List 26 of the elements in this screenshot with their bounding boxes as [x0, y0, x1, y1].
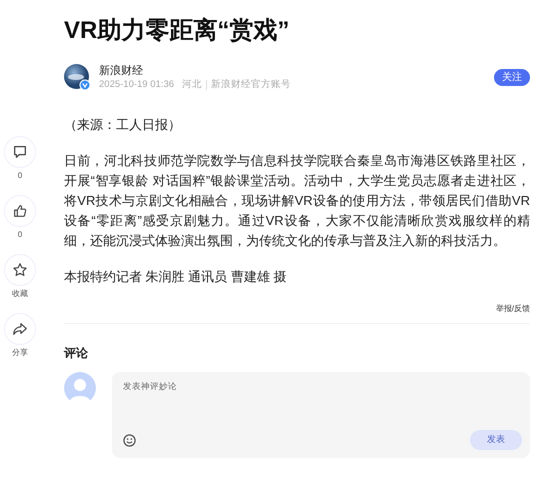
account-label: 新浪财经官方账号 — [211, 78, 292, 91]
star-icon — [12, 262, 28, 278]
like-button[interactable] — [4, 195, 36, 227]
report-link[interactable]: 举报/反馈 — [496, 304, 530, 313]
comment-icon — [12, 144, 28, 160]
comment-button[interactable] — [4, 136, 36, 168]
location: 河北 — [182, 78, 202, 91]
star-button[interactable] — [4, 254, 36, 286]
thumbs-up-icon — [12, 203, 28, 219]
paragraph: 日前，河北科技师范学院数学与信息科技学院联合秦皇岛市海港区铁路里社区，开展“智享银龄 对话国粹”银龄课堂活动。活动中，大学生党员志愿者走进社区，将VR技术与京剧文化相融合，现场讲解VR设备的使用方法，带领居民们借助VR设备“零距离”感受京剧魅力。通过VR设备，大家不仅能清晰欣赏戏服纹样的精细，还能沉浸式体验演出氛围，为传统文化的传承与普及注入新的科技活力。 — [64, 152, 530, 250]
action-count: 0 — [18, 230, 22, 240]
action-count: 收藏 — [12, 289, 28, 299]
publish-time: 2025-10-19 01:36 — [99, 78, 174, 91]
follow-button[interactable]: 关注 — [494, 69, 530, 86]
article-title: VR助力零距离“赏戏” — [64, 16, 290, 46]
paragraph: （来源：工人日报） — [64, 116, 182, 134]
user-avatar — [64, 372, 96, 404]
paragraph: 本报特约记者 朱润胜 通讯员 曹建雄 摄 — [64, 268, 288, 286]
share-icon — [12, 321, 28, 337]
comments-heading: 评论 — [64, 345, 89, 362]
emoji-icon[interactable] — [123, 434, 136, 446]
author-name[interactable]: 新浪财经 — [99, 64, 494, 78]
share-button[interactable] — [4, 313, 36, 345]
action-count: 分享 — [12, 348, 28, 358]
author-avatar[interactable] — [64, 64, 91, 91]
action-count: 0 — [18, 171, 22, 181]
